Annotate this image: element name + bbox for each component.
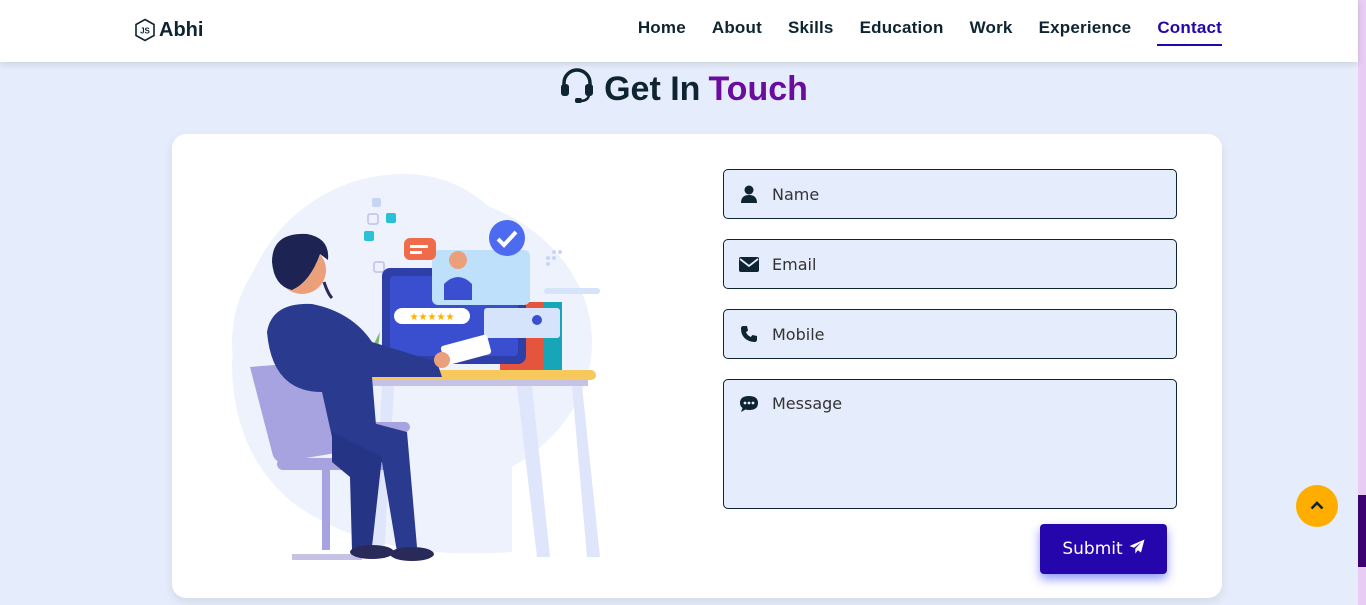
nav-home[interactable]: Home <box>638 18 686 44</box>
brand-logo[interactable]: JS Abhi <box>134 17 203 43</box>
title-part1: Get In <box>604 70 701 108</box>
nav-menu: Home About Skills Education Work Experie… <box>638 18 1222 46</box>
name-field-wrapper <box>723 169 1177 219</box>
contact-illustration: ★★★★★ <box>232 162 612 572</box>
svg-text:★★★★★: ★★★★★ <box>410 312 455 323</box>
phone-icon <box>739 324 759 344</box>
navbar: JS Abhi Home About Skills Education Work… <box>0 0 1358 62</box>
email-field-wrapper <box>723 239 1177 289</box>
submit-label: Submit <box>1062 539 1123 559</box>
nav-work[interactable]: Work <box>970 18 1013 44</box>
nav-education[interactable]: Education <box>860 18 944 44</box>
nav-experience[interactable]: Experience <box>1039 18 1132 44</box>
envelope-icon <box>739 254 759 274</box>
submit-button[interactable]: Submit <box>1040 524 1167 574</box>
nav-contact[interactable]: Contact <box>1157 18 1222 46</box>
name-input[interactable] <box>772 170 1162 218</box>
js-hexagon-icon: JS <box>134 18 156 42</box>
scroll-top-button[interactable] <box>1296 485 1338 527</box>
section-title: Get In Touch <box>0 66 1366 113</box>
brand-name: Abhi <box>159 18 204 41</box>
paper-plane-icon <box>1129 539 1145 560</box>
nav-about[interactable]: About <box>712 18 762 44</box>
svg-text:JS: JS <box>140 27 150 36</box>
contact-card: ★★★★★ Name Email Mobile Message Submit <box>172 134 1222 598</box>
mobile-input[interactable] <box>772 310 1162 358</box>
headset-icon <box>558 66 596 113</box>
mobile-field-wrapper <box>723 309 1177 359</box>
nav-skills[interactable]: Skills <box>788 18 834 44</box>
comment-dots-icon <box>739 394 759 414</box>
message-textarea[interactable] <box>772 394 1162 504</box>
title-part2: Touch <box>708 70 808 108</box>
message-field-wrapper <box>723 379 1177 509</box>
user-icon <box>739 184 759 204</box>
chevron-up-icon <box>1310 497 1324 515</box>
scrollbar-thumb[interactable] <box>1358 495 1366 567</box>
email-input[interactable] <box>772 240 1162 288</box>
